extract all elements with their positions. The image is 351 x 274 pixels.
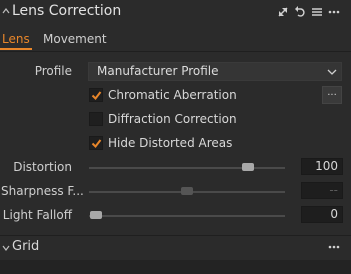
light-falloff-label: Light Falloff (2, 208, 72, 222)
expand-chevron-icon[interactable] (1, 242, 11, 254)
lens-correction-panel: Lens Correction Lens Movement Profile Ma… (0, 0, 351, 274)
active-tab-indicator (0, 48, 32, 50)
panel-header[interactable]: Lens Correction (0, 0, 351, 26)
light-falloff-slider-track[interactable] (89, 215, 285, 217)
chromatic-aberration-checkbox[interactable] (89, 88, 103, 102)
sharpness-falloff-label: Sharpness F... (1, 184, 84, 198)
light-falloff-value-field[interactable]: 0 (301, 206, 343, 223)
sharpness-falloff-value-field[interactable]: -- (301, 182, 343, 199)
panel-title: Lens Correction (12, 3, 122, 19)
profile-label: Profile (34, 64, 72, 78)
tab-movement[interactable]: Movement (43, 32, 107, 46)
more-icon[interactable] (327, 5, 341, 19)
tab-lens[interactable]: Lens (2, 32, 30, 46)
grid-section-title: Grid (12, 239, 40, 254)
checkmark-icon (91, 91, 102, 101)
diffraction-correction-label: Diffraction Correction (108, 112, 237, 126)
distortion-slider-track[interactable] (89, 167, 285, 169)
checkmark-icon (91, 139, 102, 149)
distortion-label: Distortion (13, 160, 72, 174)
reset-icon[interactable] (293, 5, 307, 19)
collapse-chevron-icon[interactable] (1, 4, 11, 18)
more-icon[interactable] (327, 240, 341, 254)
hide-distorted-areas-checkbox[interactable] (89, 136, 103, 150)
distortion-value-field[interactable]: 100 (301, 158, 343, 175)
chromatic-aberration-label: Chromatic Aberration (108, 88, 237, 102)
profile-select[interactable]: Manufacturer Profile (88, 62, 342, 81)
profile-select-value: Manufacturer Profile (97, 64, 219, 78)
expand-arrows-icon[interactable] (276, 5, 290, 19)
tab-bar: Lens Movement (0, 29, 351, 52)
distortion-slider-thumb[interactable] (242, 163, 254, 171)
chevron-down-icon (327, 69, 337, 75)
panel-bottom-area (0, 260, 351, 274)
sharpness-falloff-slider-thumb[interactable] (181, 187, 193, 195)
grid-section-header[interactable]: Grid (0, 235, 351, 260)
diffraction-correction-checkbox[interactable] (89, 112, 103, 126)
light-falloff-slider-thumb[interactable] (90, 211, 102, 219)
chromatic-aberration-options-button[interactable]: ... (322, 86, 342, 104)
list-icon[interactable] (310, 5, 324, 19)
hide-distorted-areas-label: Hide Distorted Areas (108, 136, 233, 150)
